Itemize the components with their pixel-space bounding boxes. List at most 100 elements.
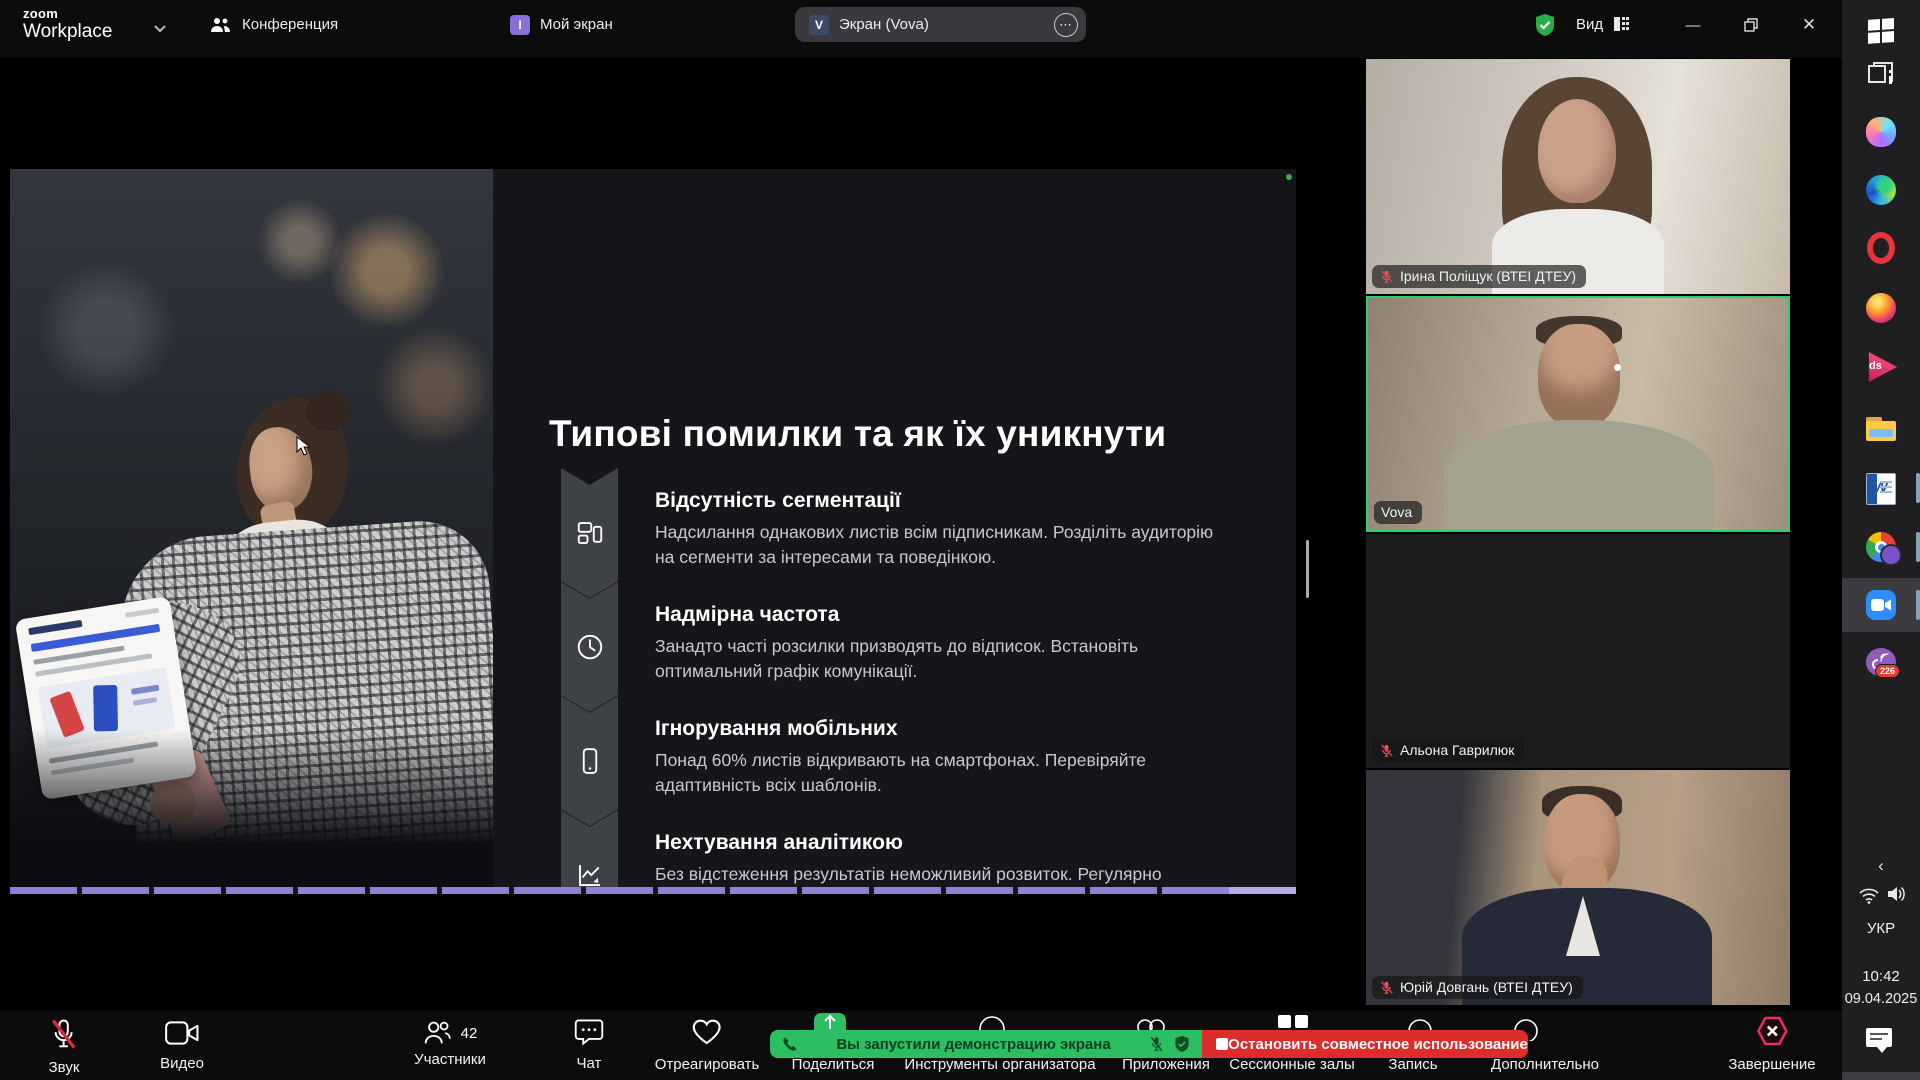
maximize-restore-button[interactable]: [1738, 12, 1764, 38]
apps-label: Приложения: [1122, 1056, 1210, 1073]
shared-screen-slide: Типові помилки та як їх уникнути Відсутн…: [10, 169, 1296, 894]
breakout-rooms-icon[interactable]: [1278, 1015, 1308, 1028]
slide-item-heading: Відсутність сегментації: [655, 489, 901, 513]
file-explorer-icon[interactable]: [1866, 417, 1896, 441]
apps-button[interactable]: Приложения: [1122, 1056, 1210, 1073]
logo-workplace-text: Workplace: [23, 21, 112, 43]
audio-button[interactable]: Звук: [49, 1018, 80, 1076]
participant-name: Ірина Поліщук (ВТЕІ ДТЕУ): [1400, 268, 1576, 284]
slide-item-ribbon: [561, 696, 618, 826]
view-button[interactable]: Вид: [1576, 16, 1603, 33]
host-tools-label: Инструменты организатора: [904, 1056, 1095, 1073]
close-button[interactable]: ✕: [1796, 12, 1822, 38]
host-tools-button[interactable]: Инструменты организатора: [904, 1056, 1095, 1073]
slide-item-description: Надсилання однакових листів всім підписн…: [655, 520, 1233, 570]
taskbar-expand-chevron-icon[interactable]: ‹: [1842, 856, 1920, 876]
zoom-app-icon: [1866, 590, 1896, 620]
flyer-caption-line: [131, 685, 160, 695]
shared-screen-avatar: V: [809, 15, 829, 35]
show-desktop-strip[interactable]: [1842, 1072, 1920, 1080]
participants-count: 42: [461, 1025, 478, 1042]
windows-start-icon[interactable]: [1866, 16, 1896, 46]
clock-date[interactable]: 09.04.2025: [1842, 991, 1920, 1007]
more-button[interactable]: Дополнительно: [1491, 1056, 1599, 1073]
analytics-icon: [575, 860, 605, 890]
share-button[interactable]: Поделиться: [792, 1056, 875, 1073]
viber-badge: 226: [1875, 664, 1900, 678]
security-shield-icon[interactable]: [1534, 13, 1556, 37]
copilot-icon[interactable]: [1866, 117, 1896, 147]
zoom-running-indicator: [1916, 590, 1920, 620]
segments-icon: [575, 518, 605, 548]
participant-nameplate: Альона Гаврилюк: [1372, 739, 1524, 762]
mic-muted-icon: [1379, 980, 1394, 995]
banner-mic-muted-icon: [1149, 1036, 1164, 1052]
speaker-icon[interactable]: [1886, 885, 1906, 903]
zoom-workplace-logo: zoom Workplace: [23, 6, 112, 43]
tab-options-ellipsis-icon[interactable]: ⋯: [1054, 13, 1078, 37]
title-bar: zoom Workplace Конференция I Мой экран V…: [0, 0, 1842, 58]
clock-icon: [575, 632, 605, 662]
ds-player-icon[interactable]: ds: [1865, 352, 1897, 382]
firefox-icon[interactable]: [1866, 293, 1896, 323]
flyer-menu-bar: [125, 608, 159, 618]
end-meeting-button[interactable]: Завершение: [1728, 1015, 1815, 1073]
scrollbar-thumb[interactable]: [1306, 540, 1309, 598]
camera-icon: [164, 1020, 200, 1046]
stop-square-icon: [1216, 1038, 1228, 1050]
mic-muted-icon: [49, 1018, 79, 1050]
logo-zoom-text: zoom: [23, 6, 112, 21]
participant-nameplate: Ірина Поліщук (ВТЕІ ДТЕУ): [1372, 265, 1586, 288]
react-button[interactable]: Отреагировать: [655, 1017, 760, 1073]
slide-item-description: Понад 60% листів відкривають на смартфон…: [655, 748, 1233, 798]
participant-name: Vova: [1381, 504, 1412, 520]
photo-vignette: [10, 729, 493, 894]
slide-item-heading: Нехтування аналітикою: [655, 831, 903, 855]
participant-face: [1538, 99, 1616, 203]
clock-time[interactable]: 10:42: [1842, 968, 1920, 985]
zoom-meeting-window: zoom Workplace Конференция I Мой экран V…: [0, 0, 1920, 1080]
viber-icon[interactable]: 226: [1866, 648, 1896, 678]
tab-shared-screen[interactable]: V Экран (Vova) ⋯: [795, 7, 1086, 42]
tab-meeting[interactable]: Конференция: [196, 7, 352, 42]
tab-my-screen[interactable]: I Мой экран: [496, 7, 627, 42]
edge-icon[interactable]: [1866, 175, 1896, 205]
participant-shirt: [1444, 420, 1714, 530]
language-indicator[interactable]: УКР: [1842, 920, 1920, 937]
participant-tile-yuriy[interactable]: Юрій Довгань (ВТЕІ ДТЕУ): [1366, 770, 1790, 1005]
flyer-blue-product: [93, 685, 118, 731]
smartphone-icon: [575, 746, 605, 776]
zoom-app-active-row[interactable]: [1842, 578, 1920, 632]
share-arrow-icon: [822, 1013, 838, 1031]
participant-face-beard: [1538, 324, 1620, 428]
chrome-profile-badge: [1880, 544, 1902, 566]
action-center-icon[interactable]: [1866, 1028, 1894, 1052]
restore-icon: [1744, 18, 1758, 32]
breakout-label: Сессионные залы: [1229, 1056, 1355, 1073]
chrome-icon[interactable]: [1866, 532, 1896, 562]
workspace-chevron-down-icon[interactable]: [153, 24, 167, 34]
chat-button[interactable]: Чат: [574, 1018, 604, 1072]
participants-button[interactable]: 42 Участники: [414, 1019, 486, 1068]
participant-tile-irina[interactable]: Ірина Поліщук (ВТЕІ ДТЕУ): [1366, 59, 1790, 294]
record-button[interactable]: Запись: [1388, 1056, 1437, 1073]
wifi-icon[interactable]: [1858, 886, 1880, 904]
banner-shield-icon: [1174, 1035, 1190, 1053]
view-layout-icon[interactable]: [1613, 15, 1631, 33]
stop-banner-text: Остановить совместное использование: [1228, 1036, 1528, 1053]
minimize-button[interactable]: —: [1680, 12, 1706, 38]
mic-muted-icon: [1379, 743, 1394, 758]
chat-icon: [574, 1018, 604, 1046]
participant-tile-vova-active[interactable]: Vova: [1366, 296, 1790, 532]
stop-share-banner[interactable]: Остановить совместное использование: [1202, 1030, 1528, 1058]
opera-icon[interactable]: [1867, 232, 1895, 264]
video-button[interactable]: Видео: [160, 1020, 204, 1072]
participant-nameplate: Юрій Довгань (ВТЕІ ДТЕУ): [1372, 976, 1583, 999]
task-view-icon[interactable]: [1866, 60, 1896, 90]
phone-icon: [782, 1036, 798, 1052]
participant-tile-alona-camera-off[interactable]: Альона Гаврилюк: [1366, 534, 1790, 768]
word-running-indicator: [1916, 473, 1920, 503]
breakout-rooms-button[interactable]: Сессионные залы: [1229, 1056, 1355, 1073]
share-banner-text: Вы запустили демонстрацию экрана: [798, 1036, 1149, 1053]
word-icon[interactable]: W: [1866, 473, 1896, 505]
